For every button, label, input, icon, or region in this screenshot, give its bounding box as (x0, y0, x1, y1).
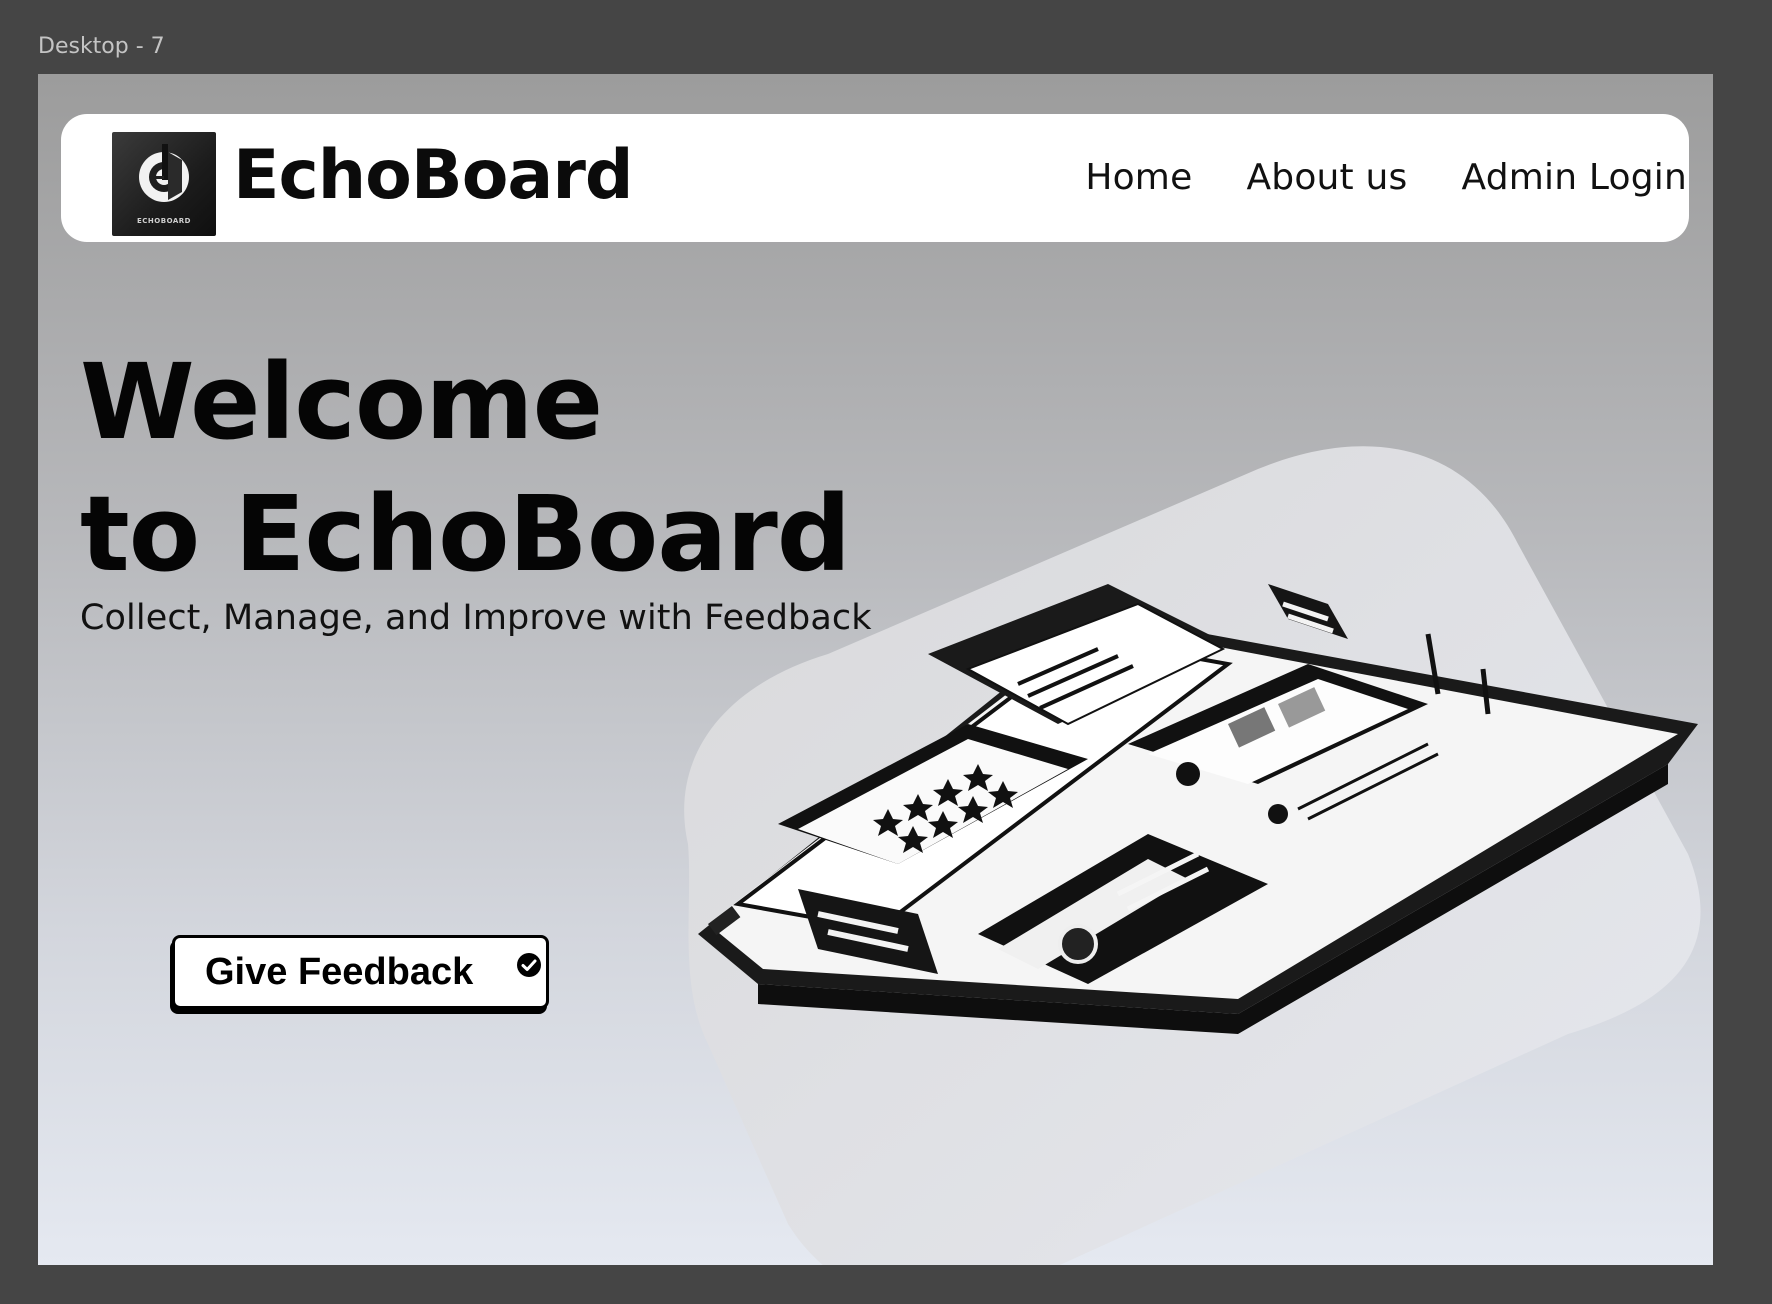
desktop-frame: ECHOBOARD EchoBoard Home About us Admin … (38, 74, 1713, 1265)
logo[interactable]: ECHOBOARD (112, 132, 216, 236)
nav-link-admin-login[interactable]: Admin Login (1462, 157, 1688, 198)
nav-link-about-us[interactable]: About us (1246, 157, 1407, 198)
give-feedback-button[interactable]: Give Feedback (172, 935, 549, 1009)
logo-text: ECHOBOARD (137, 217, 191, 225)
navbar: ECHOBOARD EchoBoard Home About us Admin … (61, 114, 1689, 242)
nav-link-home[interactable]: Home (1085, 157, 1192, 198)
give-feedback-label: Give Feedback (205, 950, 474, 993)
check-circle-icon (517, 953, 541, 977)
frame-label: Desktop - 7 (38, 34, 165, 59)
nav-links: Home About us Admin Login (1085, 157, 1687, 198)
dashboard-illustration (684, 446, 1701, 1265)
brand-name[interactable]: EchoBoard (233, 136, 634, 215)
